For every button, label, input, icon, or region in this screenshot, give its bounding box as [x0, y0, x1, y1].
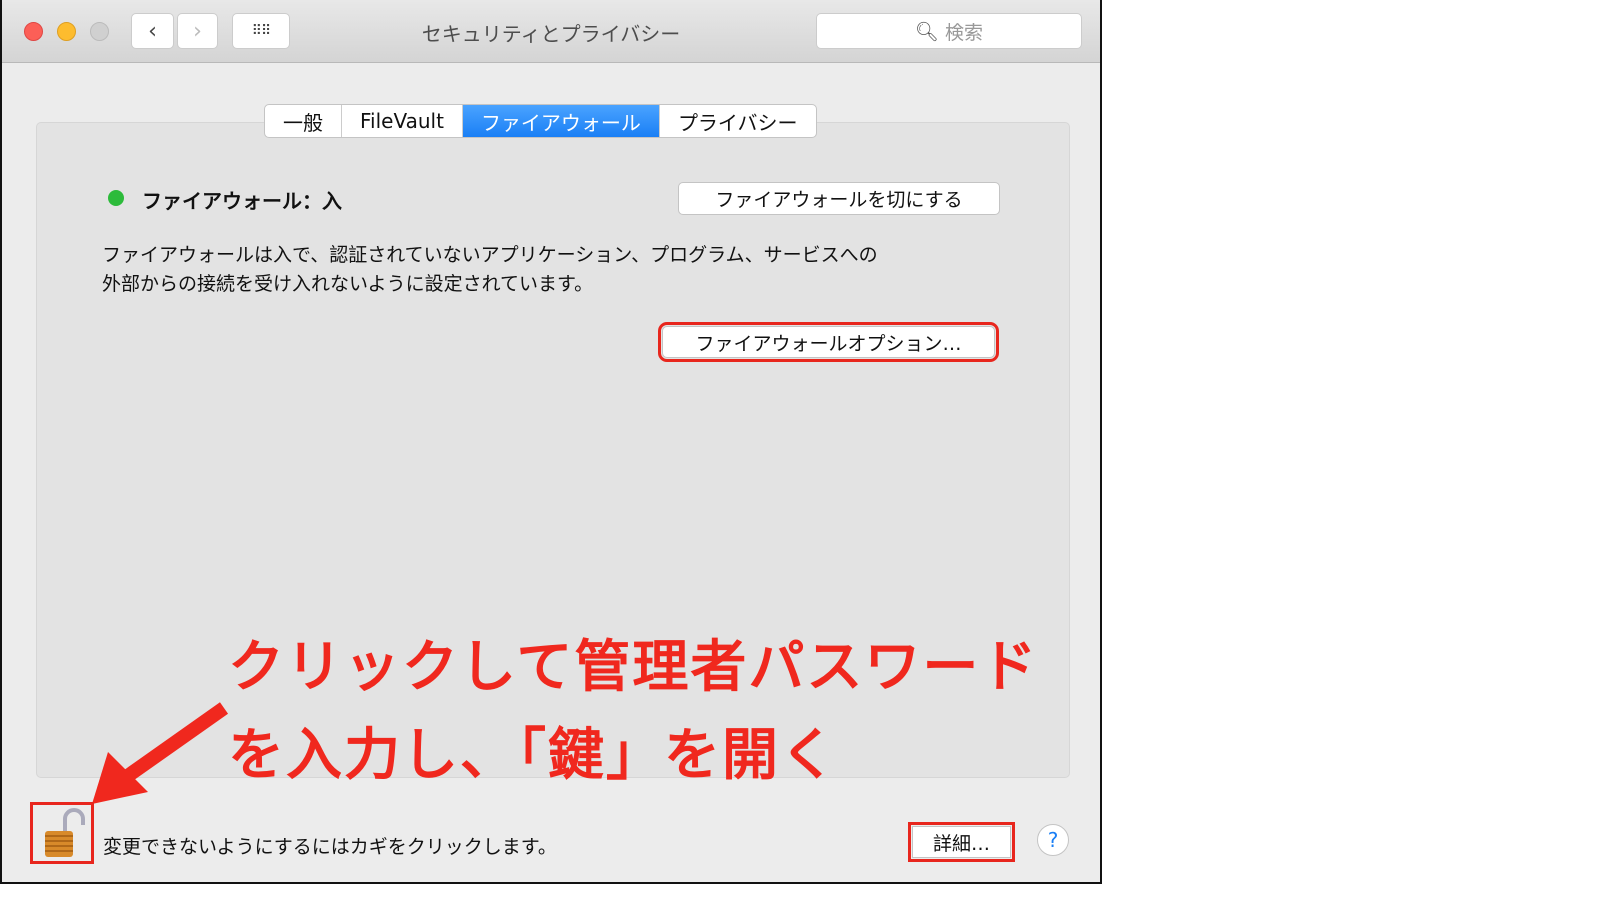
firewall-options-button[interactable]: ファイアウォールオプション… — [658, 322, 999, 362]
titlebar: ‹ › ⠿⠿ セキュリティとプライバシー 🔍︎ 検索 — [2, 0, 1100, 63]
help-button[interactable]: ? — [1037, 824, 1069, 856]
firewall-description: ファイアウォールは入で、認証されていないアプリケーション、プログラム、サービスへ… — [102, 241, 878, 299]
lock-hint: 変更できないようにするにはカギをクリックします。 — [103, 836, 557, 858]
search-input[interactable]: 🔍︎ 検索 — [816, 13, 1082, 49]
tab-privacy[interactable]: プライバシー — [660, 105, 816, 137]
unlocked-padlock-icon — [45, 808, 85, 857]
status-indicator — [108, 190, 124, 206]
search-icon: 🔍︎ — [914, 20, 940, 43]
turn-off-firewall-button[interactable]: ファイアウォールを切にする — [678, 182, 1000, 215]
search-placeholder: 検索 — [945, 21, 984, 44]
advanced-button[interactable]: 詳細… — [908, 822, 1015, 862]
tab-bar: 一般 FileVault ファイアウォール プライバシー — [264, 104, 817, 138]
preferences-window: ‹ › ⠿⠿ セキュリティとプライバシー 🔍︎ 検索 一般 FileVault フ… — [0, 0, 1102, 884]
description-line: 外部からの接続を受け入れないように設定されています。 — [102, 273, 594, 295]
tab-firewall[interactable]: ファイアウォール — [462, 105, 660, 137]
tab-filevault[interactable]: FileVault — [342, 105, 463, 137]
annotation-arrow-icon — [92, 702, 229, 804]
description-line: ファイアウォールは入で、認証されていないアプリケーション、プログラム、サービスへ… — [102, 244, 878, 266]
firewall-status: ファイアウォール：入 — [142, 189, 342, 213]
annotation-line-2: を入力し、「鍵」を開く — [228, 723, 838, 788]
tab-general[interactable]: 一般 — [265, 105, 342, 137]
annotation-line-1: クリックして管理者パスワード — [228, 635, 1039, 700]
lock-button[interactable] — [30, 802, 94, 864]
